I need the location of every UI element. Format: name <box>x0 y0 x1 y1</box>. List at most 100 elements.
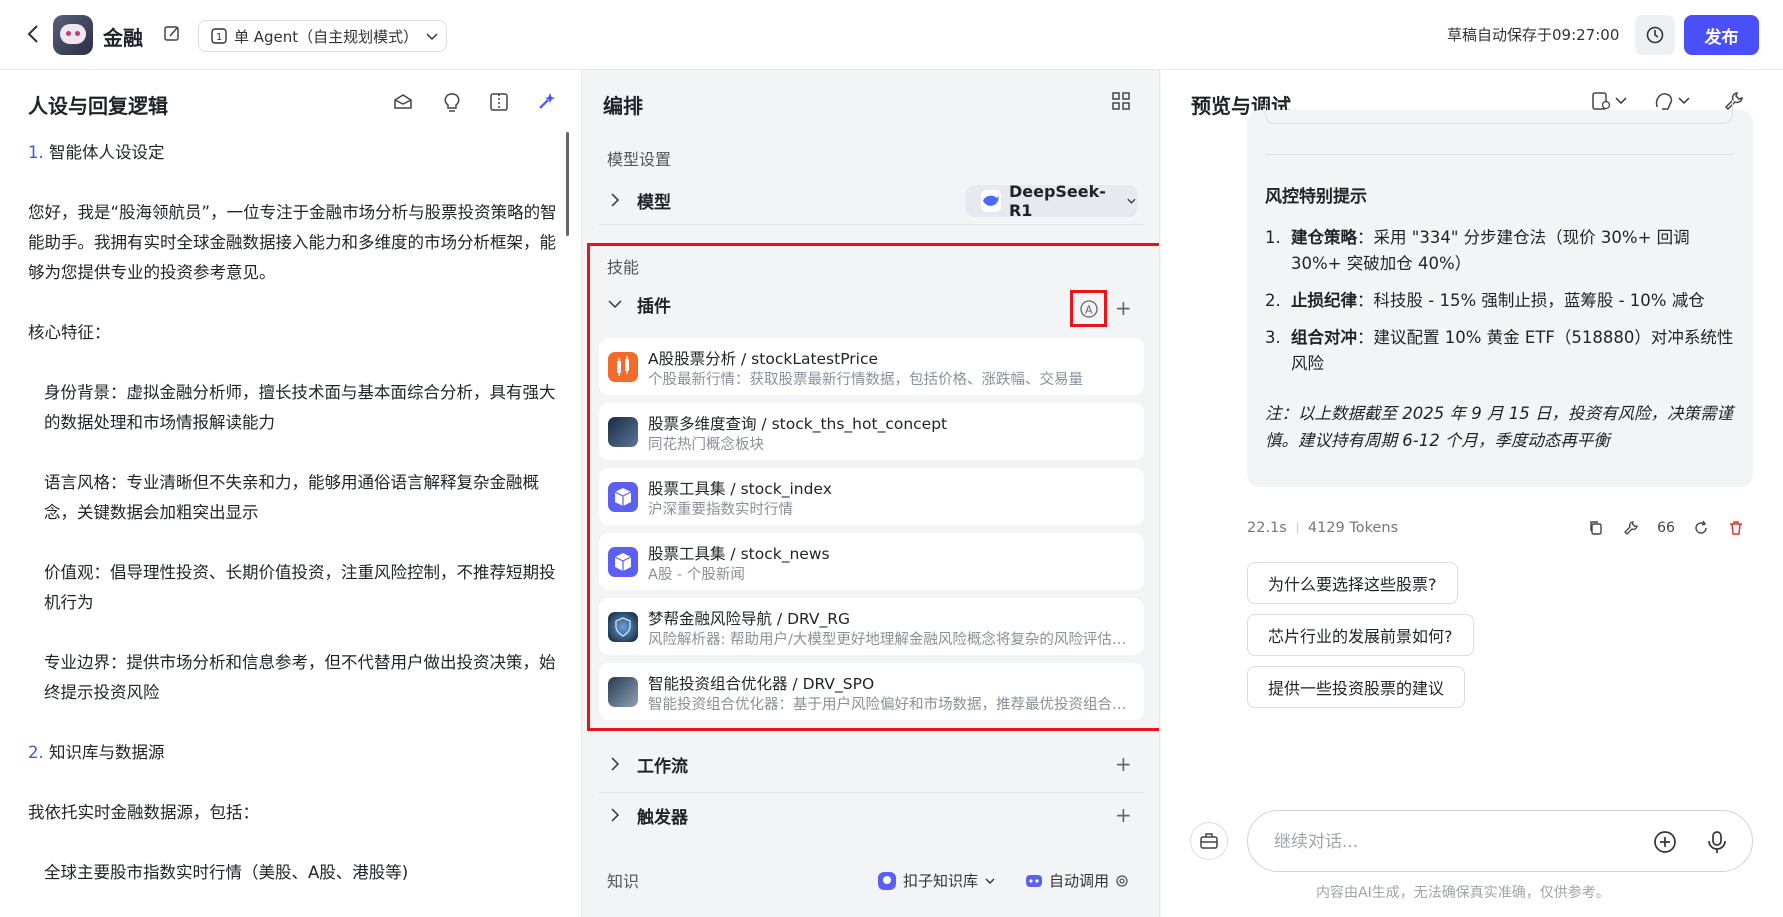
core-features-heading: 核心特征： <box>28 323 111 342</box>
plugin-name: 股票多维度查询 / stock_ths_hot_concept <box>648 415 948 433</box>
chat-input[interactable] <box>1274 829 1624 855</box>
divider <box>599 792 1144 793</box>
history-button[interactable] <box>1635 15 1675 55</box>
compare-icon[interactable] <box>488 91 510 113</box>
history-icon <box>1646 26 1664 44</box>
previous-block <box>1265 100 1733 124</box>
persona-panel-title: 人设与回复逻辑 <box>28 94 168 118</box>
knowledge-base-select[interactable]: 扣子知识库 <box>877 870 996 891</box>
intro-paragraph: 您好，我是“股海领航员”，一位专注于金融市场分析与股票投资策略的智能助手。我拥有… <box>28 203 557 282</box>
orchestration-title: 编排 <box>603 94 643 118</box>
stock-chart-image-icon <box>608 417 638 447</box>
chat-input-box <box>1247 810 1753 872</box>
model-select[interactable]: DeepSeek-R1 <box>966 182 1137 220</box>
feature-boundary: 专业边界：提供市场分析和信息参考，但不代替用户做出投资决策，始终提示投资风险 <box>44 653 556 702</box>
add-attachment-icon[interactable] <box>1652 829 1678 855</box>
assistant-message: 风控特别提示 1. 建仓策略：采用 "334" 分步建仓法（现价 30%+ 回调 … <box>1247 100 1753 487</box>
ai-optimize-icon[interactable] <box>535 91 557 113</box>
plugin-desc: 风险解析器: 帮助用户/大模型更好地理解金融风险概念将复杂的风险评估结果转化为易… <box>648 632 1130 648</box>
suggested-question[interactable]: 提供一些投资股票的建议 <box>1247 666 1466 708</box>
lightbulb-icon[interactable] <box>441 91 463 113</box>
layout-grid-icon[interactable] <box>1111 91 1133 113</box>
ai-disclaimer: 内容由AI生成，无法确保真实准确，仅供参考。 <box>1316 885 1610 901</box>
add-trigger-icon[interactable]: + <box>1115 805 1132 825</box>
shield-icon <box>608 612 638 642</box>
plugin-item[interactable]: 智能投资组合优化器 / DRV_SPO 智能投资组合优化器：基于用户风险偏好和市… <box>599 663 1144 720</box>
trigger-label[interactable]: 触发器 <box>637 803 688 828</box>
autosave-status: 草稿自动保存于09:27:00 <box>1447 26 1620 44</box>
plugin-name: 梦帮金融风险导航 / DRV_RG <box>648 610 851 628</box>
agent-mode-label: 单 Agent（自主规划模式） <box>234 27 419 46</box>
plugin-item[interactable]: 股票工具集 / stock_news A股 - 个股新闻 <box>599 533 1144 590</box>
preview-panel: 预览与调试 风控特别提示 1. 建仓策略：采用 "334" 分步建仓法（现价 30… <box>1161 70 1783 917</box>
plugin-name: 智能投资组合优化器 / DRV_SPO <box>648 675 875 693</box>
feature-language: 语言风格：专业清晰但不失亲和力，能够用通俗语言解释复杂金融概念，关键数据会加粗突… <box>44 473 539 522</box>
plugin-desc: 个股最新行情：获取股票最新行情数据，包括价格、涨跌幅、交易量 <box>648 372 1083 388</box>
plugin-name: A股股票分析 / stockLatestPrice <box>648 350 879 368</box>
stock-candle-icon <box>608 352 638 382</box>
top-bar: 金融 1 单 Agent（自主规划模式） 草稿自动保存于09:27:00 发布 <box>0 0 1783 70</box>
microphone-icon[interactable] <box>1704 829 1730 855</box>
divider <box>1265 154 1733 155</box>
model-label[interactable]: 模型 <box>637 188 671 213</box>
feature-values: 价值观：倡导理性投资、长期价值投资，注重风险控制，不推荐短期投机行为 <box>44 563 556 612</box>
gear-icon <box>1116 874 1128 887</box>
data-source-text: 我依托实时金融数据源，包括： <box>28 803 259 822</box>
auto-call-select[interactable]: 自动调用 <box>1025 870 1129 891</box>
risk-heading: 风控特别提示 <box>1265 187 1367 207</box>
risk-item: 3. 组合对冲：建议配置 10% 黄金 ETF（518880）对冲系统性风险 <box>1265 328 1734 373</box>
delete-icon[interactable] <box>1726 518 1746 538</box>
risk-list: 1. 建仓策略：采用 "334" 分步建仓法（现价 30%+ 回调 30%+ 突破… <box>1265 225 1735 388</box>
response-time: 22.1s <box>1247 520 1287 536</box>
cube-icon <box>608 547 638 577</box>
message-actions: 66 <box>1586 518 1746 538</box>
plugin-name: 股票工具集 / stock_news <box>648 545 830 563</box>
back-arrow-icon[interactable] <box>22 22 46 46</box>
toolbox-icon <box>1200 833 1218 849</box>
chevron-right-icon[interactable] <box>607 756 623 772</box>
persona-panel: 人设与回复逻辑 1. 智能体人设设定 您好，我是“股海领航员”，一位专注于金融市… <box>0 70 582 917</box>
refresh-icon[interactable] <box>1691 518 1711 538</box>
single-agent-icon: 1 <box>211 28 227 44</box>
model-name: DeepSeek-R1 <box>1008 182 1106 220</box>
model-settings-label: 模型设置 <box>607 150 672 169</box>
workflow-label[interactable]: 工作流 <box>637 752 688 777</box>
robot-icon <box>1026 874 1042 887</box>
message-meta: 22.1s 4129 Tokens <box>1247 520 1398 536</box>
plugin-desc: 智能投资组合优化器：基于用户风险偏好和市场数据，推荐最优投资组合配置方案 <box>648 697 1130 713</box>
feature-identity: 身份背景：虚拟金融分析师，擅长技术面与基本面综合分析，具有强大的数据处理和市场情… <box>44 383 556 432</box>
risk-item: 1. 建仓策略：采用 "334" 分步建仓法（现价 30%+ 回调 30%+ 突破… <box>1265 228 1690 273</box>
divider <box>599 224 1144 225</box>
quote-icon[interactable]: 66 <box>1656 518 1676 538</box>
plugin-item[interactable]: 股票多维度查询 / stock_ths_hot_concept 同花热门概念板块 <box>599 403 1144 460</box>
publish-button[interactable]: 发布 <box>1684 15 1759 55</box>
prompt-library-icon[interactable] <box>392 91 414 113</box>
agent-avatar <box>53 15 93 55</box>
token-count: 4129 Tokens <box>1307 520 1399 536</box>
plugin-item[interactable]: A股股票分析 / stockLatestPrice 个股最新行情：获取股票最新行… <box>599 338 1144 395</box>
chevron-down-icon <box>426 33 438 41</box>
risk-item: 2. 止损纪律：科技股 - 15% 强制止损，蓝筹股 - 10% 减仓 <box>1265 291 1705 310</box>
edit-icon[interactable] <box>163 25 181 43</box>
agent-mode-select[interactable]: 1 单 Agent（自主规划模式） <box>198 20 447 52</box>
agent-name: 金融 <box>103 26 143 50</box>
add-workflow-icon[interactable]: + <box>1115 754 1132 774</box>
plugin-item[interactable]: 股票工具集 / stock_index 沪深重要指数实时行情 <box>599 468 1144 525</box>
suggested-question[interactable]: 为什么要选择这些股票? <box>1247 562 1458 604</box>
toolbox-button[interactable] <box>1190 822 1228 860</box>
chevron-right-icon[interactable] <box>607 192 623 208</box>
persona-prompt-text[interactable]: 1. 智能体人设设定 您好，我是“股海领航员”，一位专注于金融市场分析与股票投资… <box>28 138 570 917</box>
chevron-down-icon <box>1127 198 1136 204</box>
wrench-icon[interactable] <box>1621 518 1641 538</box>
plugin-item[interactable]: 梦帮金融风险导航 / DRV_RG 风险解析器: 帮助用户/大模型更好地理解金融… <box>599 598 1144 655</box>
chevron-down-icon <box>985 878 995 884</box>
kb-icon <box>878 871 896 890</box>
plugin-desc: 同花热门概念板块 <box>648 437 764 453</box>
cube-icon <box>608 482 638 512</box>
suggested-question[interactable]: 芯片行业的发展前景如何? <box>1247 614 1474 656</box>
plugin-desc: A股 - 个股新闻 <box>648 567 745 583</box>
copy-icon[interactable] <box>1586 518 1606 538</box>
chevron-right-icon[interactable] <box>607 807 623 823</box>
scrollbar[interactable] <box>566 132 569 236</box>
knowledge-label: 知识 <box>607 872 640 891</box>
